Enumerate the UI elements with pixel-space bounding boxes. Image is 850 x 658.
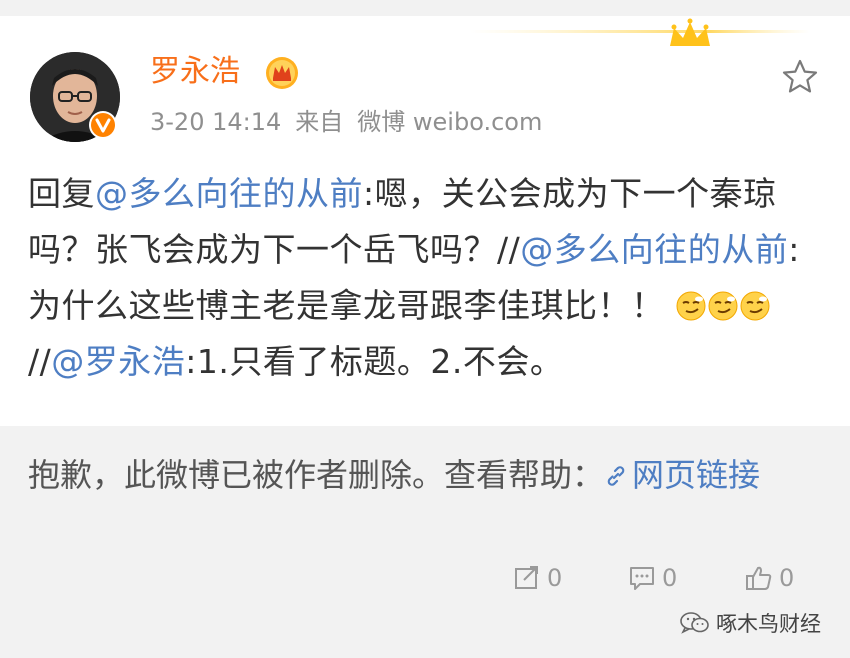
account-watermark: 啄木鸟财经	[680, 608, 821, 638]
repost-icon	[515, 566, 538, 589]
smirk-emoji-icon	[740, 291, 769, 321]
smirk-emoji-icon	[708, 291, 737, 321]
thumbs-up-icon	[746, 566, 772, 590]
favorite-star-icon[interactable]	[781, 58, 819, 96]
top-strip	[0, 0, 850, 16]
repost-count: 0	[547, 564, 563, 592]
post-date: 3-20 14:14	[150, 108, 282, 136]
vip-crown-icon	[266, 57, 298, 89]
post-meta: 3-20 14:14 来自 微博 weibo.com	[150, 104, 556, 140]
wechat-logo-icon	[680, 612, 709, 634]
comment-count: 0	[662, 564, 678, 592]
source-prefix: 来自	[295, 108, 344, 136]
mention-link[interactable]: @多么向往的从前	[95, 174, 363, 213]
deleted-notice-text: 抱歉，此微博已被作者删除。查看帮助：	[28, 456, 605, 494]
link-icon	[607, 466, 625, 486]
content-text: :1.只看了标题。2.不会。	[185, 342, 564, 381]
help-web-link[interactable]: 网页链接	[604, 456, 760, 494]
post-source[interactable]: 微博 weibo.com	[357, 108, 542, 136]
deleted-original-post: 抱歉，此微博已被作者删除。查看帮助： 网页链接 0 0 0 啄木鸟财经	[0, 426, 850, 658]
like-button[interactable]: 0	[745, 558, 794, 598]
smirk-emoji-icon	[676, 291, 705, 321]
repost-separator: //	[28, 342, 52, 381]
post-content: 回复@多么向往的从前:嗯，关公会成为下一个秦琼吗？张飞会成为下一个岳飞吗？//@…	[28, 166, 818, 390]
deleted-notice: 抱歉，此微博已被作者删除。查看帮助： 网页链接	[28, 450, 818, 500]
comment-icon	[630, 567, 654, 590]
help-link-label: 网页链接	[632, 456, 761, 494]
verified-v-badge-icon	[89, 111, 117, 139]
repost-button[interactable]: 0	[513, 558, 562, 598]
reply-prefix: 回复	[28, 174, 95, 213]
watermark-text: 啄木鸟财经	[716, 612, 821, 636]
mention-link[interactable]: @多么向往的从前	[520, 230, 788, 269]
vip-banner-decoration	[470, 18, 810, 46]
mention-link[interactable]: @罗永浩	[51, 342, 185, 381]
author-name[interactable]: 罗永浩	[150, 52, 240, 92]
comment-button[interactable]: 0	[628, 558, 677, 598]
like-count: 0	[779, 564, 795, 592]
